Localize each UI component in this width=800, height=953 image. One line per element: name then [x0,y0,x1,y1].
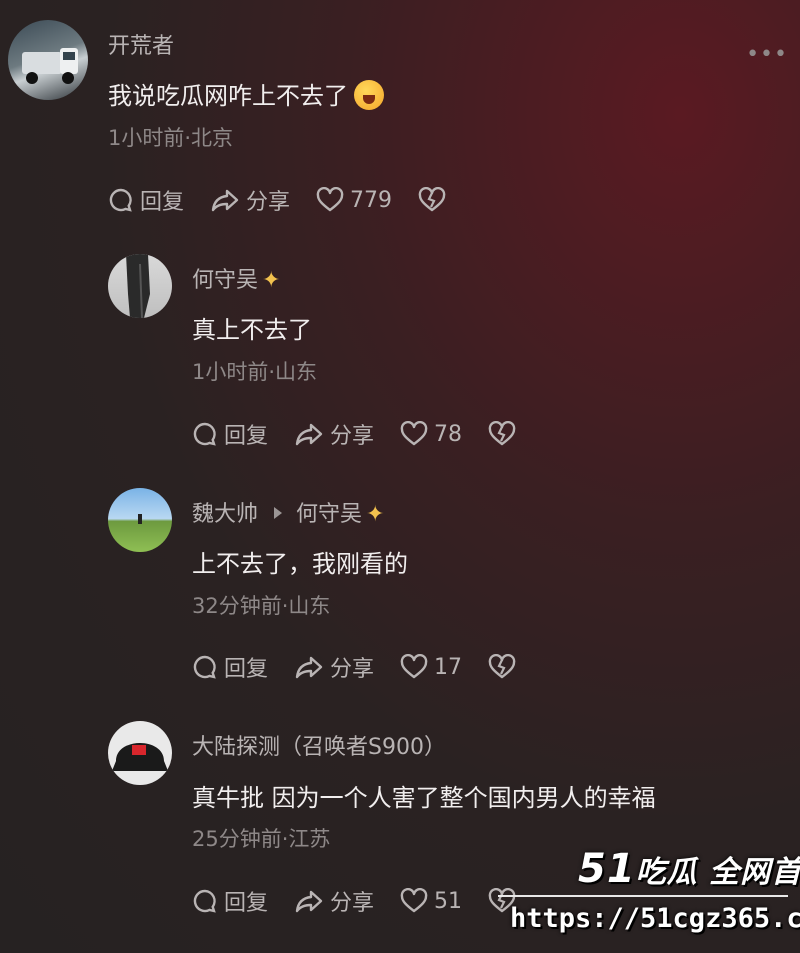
username[interactable]: 开荒者 [108,28,174,60]
comment-actions: 回复 分享 78 [192,418,548,450]
reply-bubble-icon [193,889,216,913]
avatar[interactable] [108,254,172,318]
reply-bubble-icon [109,188,132,212]
like-button[interactable]: 51 [400,888,462,914]
reply-label: 回复 [224,891,269,916]
heart-icon [400,421,428,446]
sparkle-icon: ✦ [366,502,385,527]
watermark-url: https://51cgz365.com [510,903,800,934]
share-label: 分享 [330,424,375,449]
truck-avatar-image [22,48,78,84]
broken-heart-icon [488,654,516,679]
share-label: 分享 [330,657,375,682]
cap-avatar-image [112,743,168,771]
like-button[interactable]: 779 [316,187,392,213]
landscape-avatar-image [138,514,142,524]
reply-bubble-icon [193,655,216,679]
avatar[interactable] [108,721,172,785]
share-arrow-icon [295,423,323,446]
like-count: 779 [350,187,393,213]
reply-button[interactable]: 回复 [192,418,268,450]
reply-bubble-icon [193,422,216,446]
comment-text: 上不去了，我刚看的 [192,550,408,578]
laughing-crying-emoji-icon [354,80,384,110]
share-button[interactable]: 分享 [210,184,290,216]
reply-button[interactable]: 回复 [192,651,268,683]
watermark-divider [498,895,788,897]
username[interactable]: 何守吴 ✦ [192,262,280,294]
avatar[interactable] [8,20,88,100]
sparkle-icon: ✦ [262,268,281,293]
comment-meta: 1小时前·北京 [108,126,234,150]
broken-heart-icon [418,187,446,212]
reply-to-arrow-icon [274,507,283,519]
more-dots-icon[interactable]: ••• [746,42,788,67]
username-text: 魏大帅 [192,502,259,527]
share-arrow-icon [211,189,239,212]
heart-icon [316,187,344,212]
reply-label: 回复 [224,657,269,682]
like-count: 51 [434,888,463,914]
avatar[interactable] [108,488,172,552]
like-count: 78 [434,421,463,447]
username[interactable]: 魏大帅 何守吴 ✦ [192,496,384,528]
comment-actions: 回复 分享 779 [108,184,478,216]
comment-actions: 回复 分享 17 [192,651,548,683]
reply-to-username[interactable]: 何守吴 [296,502,362,527]
comment-text-content: 我说吃瓜网咋上不去了 [108,82,348,110]
reply-label: 回复 [140,190,185,215]
watermark-number: 51 [578,846,636,892]
like-count: 17 [434,654,463,680]
share-arrow-icon [295,890,323,913]
reply-button[interactable]: 回复 [192,885,268,917]
share-button[interactable]: 分享 [294,651,374,683]
dislike-button[interactable] [488,421,522,447]
dislike-button[interactable] [418,187,452,213]
username[interactable]: 大陆探测（召唤者S900） [192,729,446,761]
comment-text: 真上不去了 [192,316,312,344]
comment-text: 真牛批 因为一个人害了整个国内男人的幸福 [192,784,656,812]
like-button[interactable]: 17 [400,654,462,680]
share-arrow-icon [295,656,323,679]
comment-text: 我说吃瓜网咋上不去了 [108,76,384,111]
share-label: 分享 [330,891,375,916]
share-button[interactable]: 分享 [294,885,374,917]
watermark-slogan: 吃瓜 全网首发 [635,855,800,890]
like-button[interactable]: 78 [400,421,462,447]
username-text: 何守吴 [192,268,259,293]
comment-actions: 回复 分享 51 [192,885,548,917]
heart-icon [400,888,428,913]
share-label: 分享 [246,190,291,215]
dislike-button[interactable] [488,654,522,680]
heart-icon [400,654,428,679]
broken-heart-icon [488,421,516,446]
watermark-brand: 51吃瓜 全网首发 [578,846,800,892]
share-button[interactable]: 分享 [294,418,374,450]
reply-button[interactable]: 回复 [108,184,184,216]
comment-meta: 25分钟前·江苏 [192,827,331,851]
comment-meta: 1小时前·山东 [192,360,318,384]
reply-label: 回复 [224,424,269,449]
comment-meta: 32分钟前·山东 [192,594,331,618]
person-avatar-image [126,254,150,318]
